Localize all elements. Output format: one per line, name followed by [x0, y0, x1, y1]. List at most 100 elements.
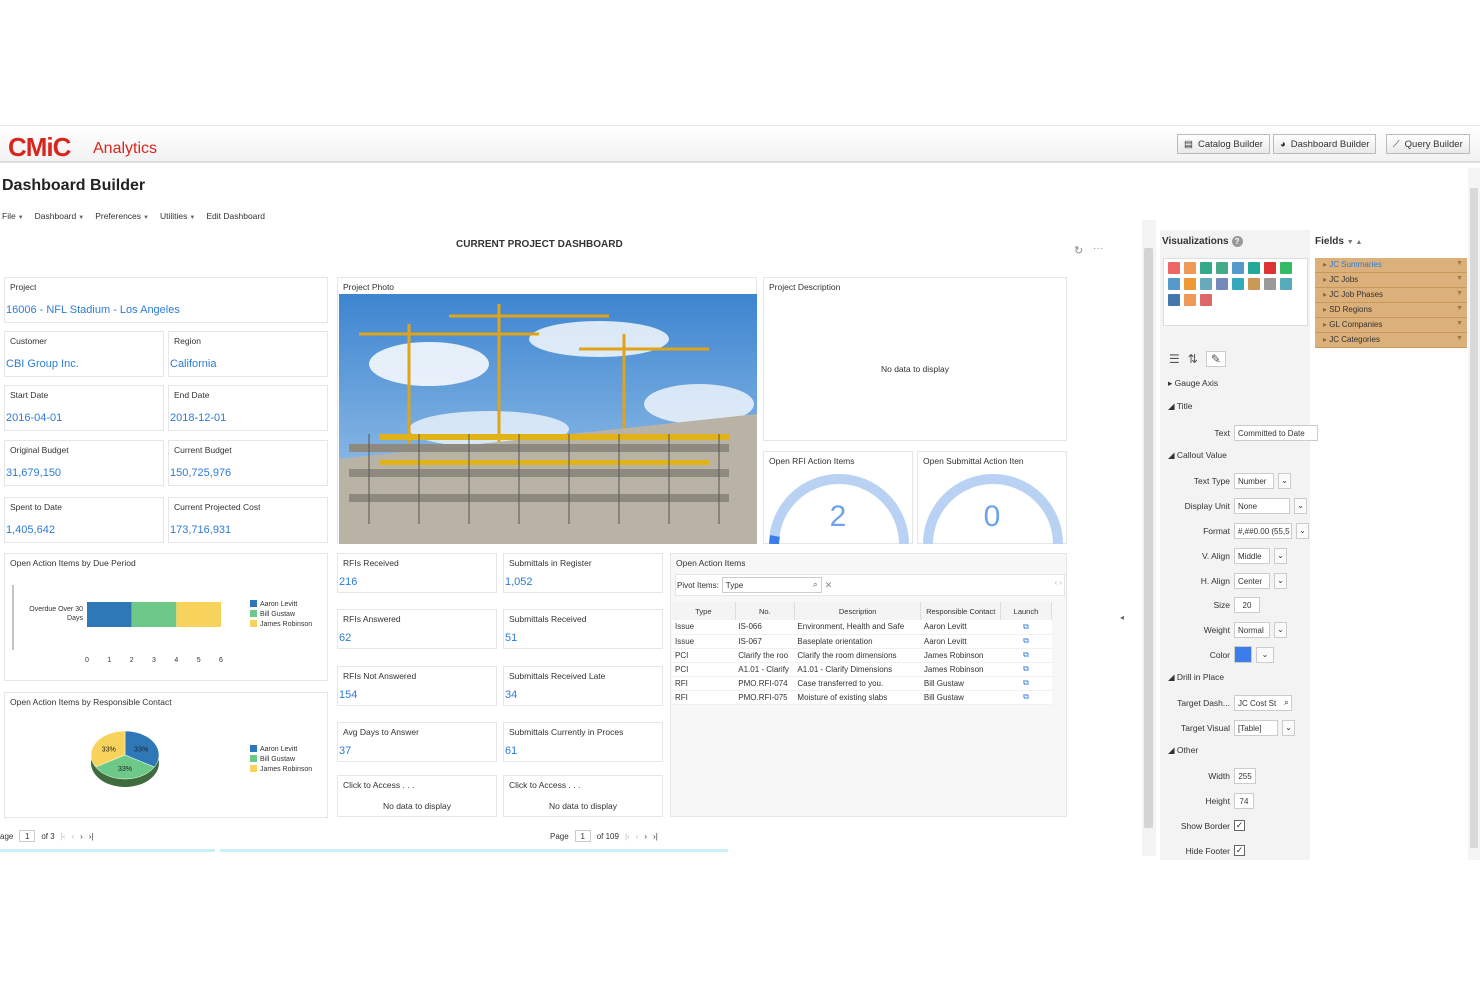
visualization-type-icon[interactable] [1248, 278, 1260, 290]
hide-footer-checkbox[interactable]: ✓ [1234, 845, 1245, 856]
spent-to-date-value[interactable]: 1,405,642 [6, 524, 55, 536]
menu-preferences[interactable]: Preferences ▼ [95, 211, 149, 221]
page-scrollbar[interactable] [1468, 168, 1480, 860]
last-page-icon[interactable]: ›| [653, 832, 658, 841]
end-date-value[interactable]: 2018-12-01 [170, 412, 226, 424]
visualization-type-icon[interactable] [1184, 294, 1196, 306]
horizontal-scrollbar[interactable] [0, 849, 215, 852]
chevron-down-icon[interactable]: ⌄ [1294, 498, 1307, 514]
pivot-type-field[interactable]: Type ⌕ [721, 577, 822, 593]
visualization-type-icon[interactable] [1168, 262, 1180, 274]
visualization-type-icon[interactable] [1168, 278, 1180, 290]
chevron-down-icon[interactable]: ▼ [1456, 290, 1463, 297]
refresh-icon[interactable]: ↻ [1074, 244, 1083, 257]
scroll-thumb[interactable] [1470, 188, 1478, 848]
list-tab-icon[interactable]: ☰ [1169, 352, 1180, 366]
field-item[interactable]: ▸ SD Regions ▼ [1315, 303, 1467, 318]
rfis-received-value[interactable]: 216 [339, 576, 357, 588]
rfi-access-label[interactable]: Click to Access . . . [343, 780, 414, 790]
rfi-access-panel[interactable]: Click to Access . . . No data to display [337, 775, 497, 817]
chevron-down-icon[interactable]: ▼ [1456, 305, 1463, 312]
callout-section[interactable]: ◢ Callout Value [1168, 450, 1227, 461]
field-item[interactable]: ▸ JC Job Phases ▼ [1315, 288, 1467, 303]
visualization-type-icon[interactable] [1232, 262, 1244, 274]
table-row[interactable]: PCI Clarify the roo Clarify the room dimen… [672, 648, 1052, 663]
visualization-type-icon[interactable] [1232, 278, 1244, 290]
region-value[interactable]: California [170, 358, 216, 370]
project-value[interactable]: 16006 - NFL Stadium - Los Angeles [6, 304, 180, 316]
submittal-access-panel[interactable]: Click to Access . . . No data to display [503, 775, 663, 817]
field-item[interactable]: ▸ JC Categories ▼ [1315, 333, 1467, 348]
other-section[interactable]: ◢ Other [1168, 745, 1198, 756]
submittals-received-value[interactable]: 51 [505, 632, 517, 644]
page-number-input[interactable]: 1 [574, 830, 591, 842]
text-type-select[interactable]: Number [1234, 473, 1274, 489]
scroll-thumb[interactable] [1144, 248, 1153, 828]
format-select[interactable]: #,##0.00 (55,5 [1234, 523, 1292, 539]
visualization-type-icon[interactable] [1280, 278, 1292, 290]
field-item[interactable]: ▸ GL Companies ▼ [1315, 318, 1467, 333]
page-number-input[interactable]: 1 [19, 830, 36, 842]
gauge-axis-section[interactable]: ▸ Gauge Axis [1168, 378, 1218, 389]
display-unit-select[interactable]: None [1234, 498, 1290, 514]
format-tab-icon[interactable]: ✎ [1205, 351, 1226, 367]
chevron-down-icon[interactable]: ⌄ [1274, 622, 1287, 638]
horizontal-scrollbar[interactable] [220, 849, 728, 852]
first-page-icon[interactable]: |‹ [61, 832, 66, 841]
chevron-down-icon[interactable]: ⌄ [1256, 646, 1274, 663]
chevron-down-icon[interactable]: ⌄ [1274, 573, 1287, 589]
launch-icon[interactable]: ⧉ [1000, 620, 1052, 635]
vertical-scrollbar[interactable] [1142, 220, 1156, 856]
first-page-icon[interactable]: |‹ [625, 832, 630, 841]
next-page-icon[interactable]: › [644, 832, 647, 841]
current-budget-value[interactable]: 150,725,976 [170, 467, 231, 479]
customer-value[interactable]: CBI Group Inc. [6, 358, 79, 370]
column-header[interactable]: Description [794, 602, 922, 620]
last-page-icon[interactable]: ›| [89, 832, 94, 841]
title-section[interactable]: ◢ Title [1168, 401, 1193, 412]
more-icon[interactable]: ··· [1093, 243, 1103, 254]
submittals-register-value[interactable]: 1,052 [505, 576, 533, 588]
launch-icon[interactable]: ⧉ [1000, 676, 1052, 691]
prev-page-icon[interactable]: ‹ [636, 832, 639, 841]
drill-section[interactable]: ◢ Drill in Place [1168, 672, 1224, 683]
next-page-icon[interactable]: › [80, 832, 83, 841]
width-input[interactable]: 255 [1234, 768, 1256, 784]
column-header[interactable]: Responsible Contact [920, 602, 1001, 620]
visualization-type-icon[interactable] [1264, 278, 1276, 290]
column-header[interactable]: Type [672, 602, 736, 620]
size-input[interactable]: 20 [1234, 597, 1260, 613]
dashboard-builder-button[interactable]: ◕ Dashboard Builder [1273, 134, 1377, 154]
table-row[interactable]: RFI PMO.RFI-075 Moisture of existing slabs… [672, 690, 1052, 705]
table-row[interactable]: PCI A1.01 - Clarify A1.01 - Clarify Dimens… [672, 662, 1052, 677]
chevron-down-icon[interactable]: ⌄ [1274, 548, 1287, 564]
help-icon[interactable]: ? [1231, 236, 1243, 247]
original-budget-value[interactable]: 31,679,150 [6, 467, 61, 479]
collapse-left-icon[interactable]: ◂ [1120, 613, 1124, 622]
height-input[interactable]: 74 [1234, 793, 1254, 809]
visualization-type-icon[interactable] [1280, 262, 1292, 274]
title-text-input[interactable]: Committed to Date [1234, 425, 1318, 441]
chevron-down-icon[interactable]: ⌄ [1278, 473, 1291, 489]
catalog-builder-button[interactable]: ▤ Catalog Builder [1177, 134, 1270, 154]
visualization-type-icon[interactable] [1264, 262, 1276, 274]
submittals-late-value[interactable]: 34 [505, 689, 517, 701]
visualization-type-icon[interactable] [1216, 278, 1228, 290]
avg-days-value[interactable]: 37 [339, 745, 351, 757]
visualization-type-icon[interactable] [1216, 262, 1228, 274]
chevron-down-icon[interactable]: ▼ [1456, 260, 1463, 267]
sort-icon[interactable]: ▼ ▲ [1347, 239, 1363, 246]
visualization-type-icon[interactable] [1184, 262, 1196, 274]
visualization-type-icon[interactable] [1200, 262, 1212, 274]
rfis-answered-value[interactable]: 62 [339, 632, 351, 644]
halign-select[interactable]: Center [1234, 573, 1270, 589]
chevron-down-icon[interactable]: ▼ [1456, 320, 1463, 327]
show-border-checkbox[interactable]: ✓ [1234, 820, 1245, 831]
submittal-access-label[interactable]: Click to Access . . . [509, 780, 580, 790]
table-row[interactable]: Issue IS-067 Baseplate orientation Aaron Le… [672, 634, 1052, 649]
launch-icon[interactable]: ⧉ [1000, 662, 1052, 677]
valign-select[interactable]: Middle [1234, 548, 1270, 564]
visualization-type-icon[interactable] [1248, 262, 1260, 274]
chevron-down-icon[interactable]: ▼ [1456, 335, 1463, 342]
start-date-value[interactable]: 2016-04-01 [6, 412, 62, 424]
